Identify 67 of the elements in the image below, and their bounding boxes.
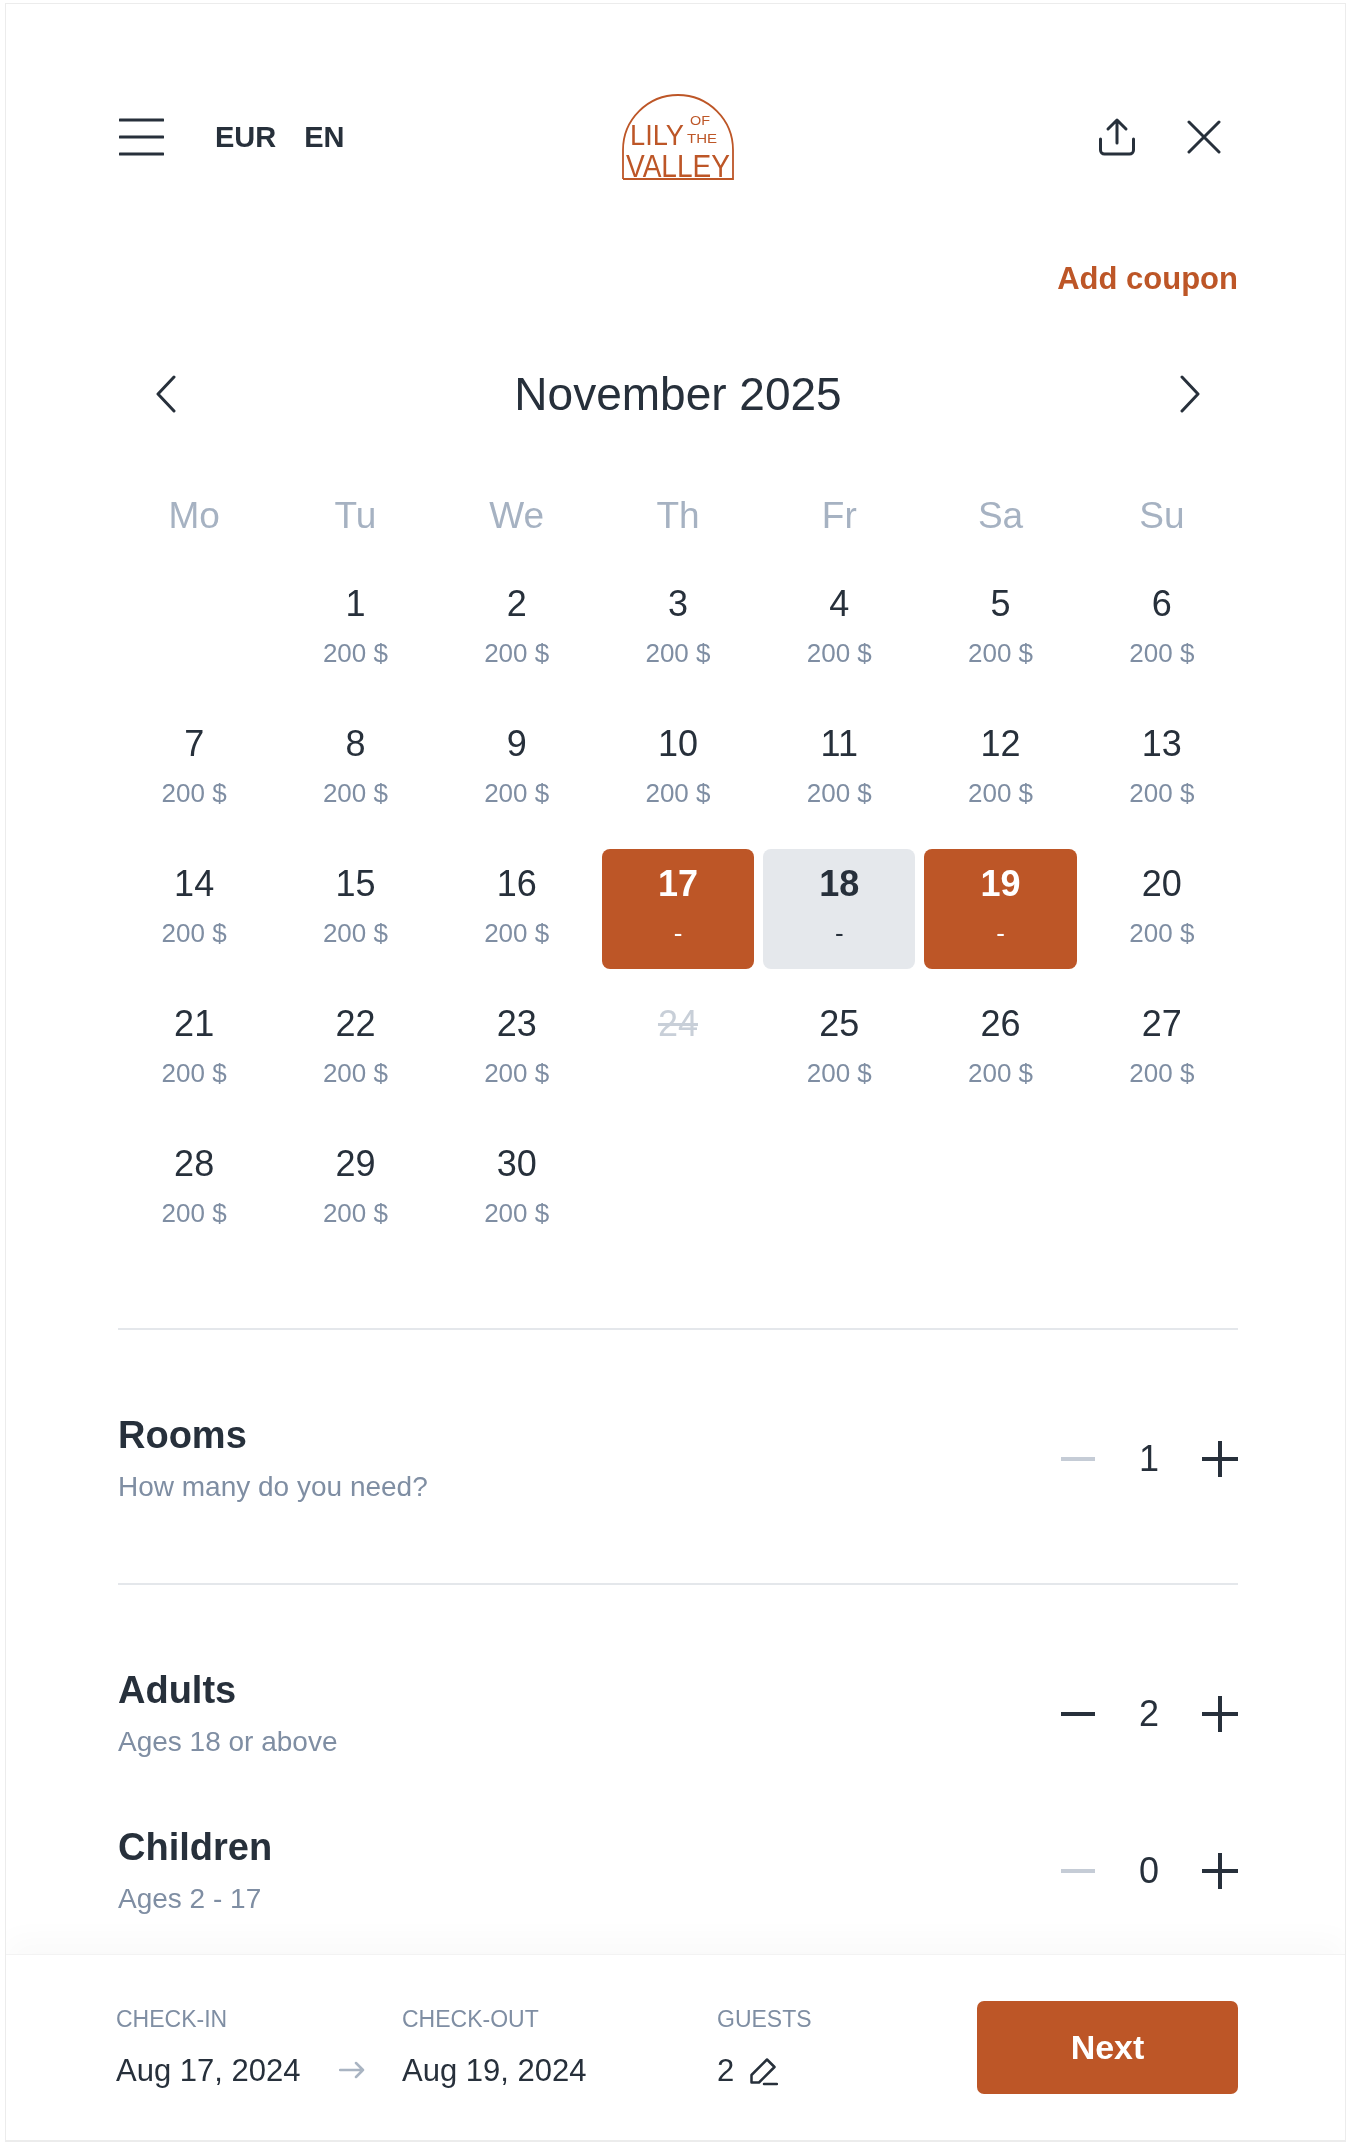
counter-title: Rooms — [118, 1413, 248, 1458]
calendar-day[interactable]: 29 200 $ — [279, 1129, 432, 1249]
calendar-day[interactable]: 28 200 $ — [118, 1129, 271, 1249]
calendar-day[interactable]: 15 200 $ — [279, 849, 432, 969]
guests-count: 2 — [717, 2052, 735, 2090]
calendar-day[interactable]: 12 200 $ — [924, 709, 1077, 829]
weekday-label: Mo — [168, 495, 220, 536]
calendar-day[interactable]: 6 200 $ — [1085, 569, 1238, 689]
calendar-day[interactable]: 4 200 $ — [763, 569, 916, 689]
pencil-icon[interactable] — [748, 2056, 779, 2086]
language-selector[interactable]: EN — [304, 119, 345, 155]
calendar-day[interactable]: 25 200 $ — [763, 989, 916, 1109]
check-out-date: Aug 19, 2024 — [402, 2052, 588, 2090]
month-title: November 2025 — [514, 367, 842, 422]
weekday-label: Tu — [334, 495, 377, 536]
calendar-day[interactable]: 11 200 $ — [763, 709, 916, 829]
currency-selector[interactable]: EUR — [215, 119, 277, 155]
calendar-day[interactable]: 8 200 $ — [279, 709, 432, 829]
calendar-day[interactable]: 13 200 $ — [1085, 709, 1238, 829]
calendar-day[interactable]: 2 200 $ — [440, 569, 593, 689]
next-button[interactable]: Next — [977, 2001, 1238, 2094]
calendar-day[interactable]: 21 200 $ — [118, 989, 271, 1109]
weekday-label: Fr — [821, 495, 857, 536]
share-icon[interactable] — [1098, 117, 1136, 157]
counter-value: 1 — [1138, 1436, 1160, 1481]
calendar-day[interactable]: 14 200 $ — [118, 849, 271, 969]
counter-subtitle: How many do you need? — [118, 1470, 428, 1504]
check-in-label: CHECK-IN — [116, 2005, 229, 2033]
calendar-day[interactable]: 10 200 $ — [601, 709, 755, 829]
calendar-day[interactable]: 20 200 $ — [1085, 849, 1238, 969]
check-in-date: Aug 17, 2024 — [116, 2052, 302, 2090]
calendar-day[interactable]: 30 200 $ — [440, 1129, 593, 1249]
calendar-day[interactable]: 9 200 $ — [440, 709, 593, 829]
calendar-day[interactable]: 1 200 $ — [279, 569, 432, 689]
check-out-label: CHECK-OUT — [402, 2005, 540, 2033]
plus-icon[interactable] — [1202, 1852, 1238, 1889]
calendar-day[interactable]: 23 200 $ — [440, 989, 593, 1109]
plus-icon[interactable] — [1202, 1440, 1238, 1477]
counter-subtitle: Ages 18 or above — [118, 1725, 338, 1759]
calendar-day[interactable]: 27 200 $ — [1085, 989, 1238, 1109]
calendar-day[interactable]: 5 200 $ — [924, 569, 1077, 689]
counter-value: 0 — [1138, 1848, 1160, 1893]
counter-title: Children — [118, 1825, 273, 1870]
calendar-day[interactable]: 3 200 $ — [601, 569, 755, 689]
menu-icon[interactable] — [119, 118, 164, 156]
chevron-left-icon[interactable] — [156, 375, 176, 413]
counter-title: Adults — [118, 1668, 238, 1713]
weekday-label: We — [489, 495, 545, 536]
add-coupon-link[interactable]: Add coupon — [1057, 261, 1238, 296]
plus-icon[interactable] — [1202, 1695, 1238, 1732]
chevron-right-icon[interactable] — [1180, 375, 1200, 413]
calendar-day[interactable]: 22 200 $ — [279, 989, 432, 1109]
calendar-day[interactable]: 26 200 $ — [924, 989, 1077, 1109]
calendar-day[interactable]: 16 200 $ — [440, 849, 593, 969]
weekday-label: Th — [656, 495, 700, 536]
arrow-right-icon — [339, 2060, 365, 2079]
minus-icon[interactable] — [1061, 1711, 1095, 1716]
counter-value: 2 — [1138, 1691, 1160, 1736]
close-icon[interactable] — [1187, 120, 1221, 154]
calendar-day[interactable]: 19 - — [924, 849, 1077, 969]
calendar-day[interactable]: 18 - — [763, 849, 916, 969]
weekday-label: Sa — [977, 495, 1024, 536]
guests-label: GUESTS — [717, 2005, 812, 2033]
calendar-day[interactable]: 17 - — [601, 849, 755, 969]
counter-subtitle: Ages 2 - 17 — [118, 1882, 263, 1916]
calendar-day[interactable]: 7 200 $ — [118, 709, 271, 829]
weekday-label: Su — [1139, 495, 1185, 536]
